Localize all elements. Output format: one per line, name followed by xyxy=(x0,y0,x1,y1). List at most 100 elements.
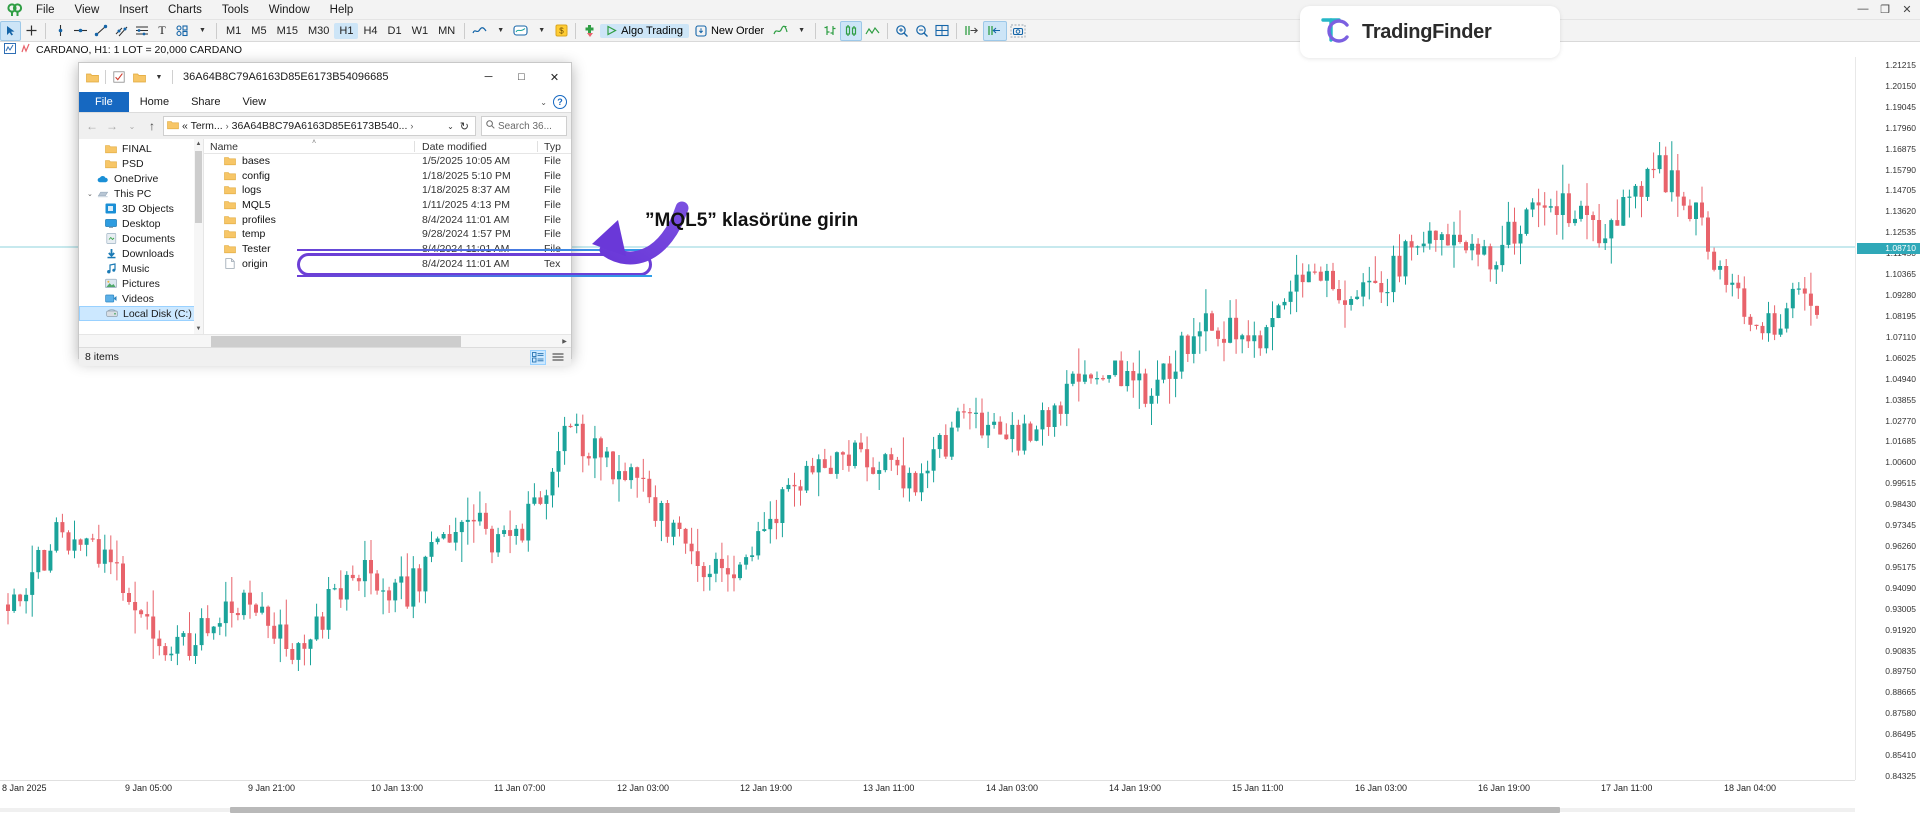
nav-item-this-pc[interactable]: ⌄ This PC xyxy=(79,186,203,201)
column-divider-2[interactable] xyxy=(537,141,538,152)
candlestick-icon[interactable] xyxy=(840,20,863,41)
nav-item-3d-objects[interactable]: 3D Objects xyxy=(79,201,203,216)
maximize-button[interactable]: ❐ xyxy=(1874,1,1896,17)
address-breadcrumb-box[interactable]: « Term... › 36A64B8C79A6163D85E6173B540.… xyxy=(163,116,476,136)
explorer-title-bar[interactable]: ▼ 36A64B8C79A6163D85E6173B54096685 ─ □ ✕ xyxy=(79,63,571,91)
column-header-type[interactable]: Typ xyxy=(544,141,561,153)
breadcrumb-separator-2[interactable]: › xyxy=(410,121,413,131)
menu-item-insert[interactable]: Insert xyxy=(109,2,158,18)
file-name-cell[interactable]: Tester xyxy=(224,243,271,255)
nav-item-desktop[interactable]: Desktop xyxy=(79,216,203,231)
file-explorer-window[interactable]: ▼ 36A64B8C79A6163D85E6173B54096685 ─ □ ✕… xyxy=(78,62,652,366)
timeframe-mn[interactable]: MN xyxy=(433,23,460,39)
file-name-cell[interactable]: origin xyxy=(224,258,268,270)
search-input[interactable]: Search 36... xyxy=(481,116,567,136)
channel-tool-button[interactable] xyxy=(111,21,132,41)
price-scale[interactable]: 1.21215 1.20150 1.19045 1.17960 1.16875 1.157… xyxy=(1855,57,1920,780)
details-view-button[interactable] xyxy=(530,349,546,365)
chevron-down-icon[interactable]: ⌄ xyxy=(87,190,93,198)
arrow-up-icon[interactable]: ↑ xyxy=(143,116,161,136)
dollar-indicator-icon[interactable]: $ xyxy=(551,21,571,41)
menu-item-view[interactable]: View xyxy=(65,2,110,18)
arrow-right-icon[interactable]: → xyxy=(103,116,121,136)
file-name-cell[interactable]: MQL5 xyxy=(224,199,271,211)
help-icon[interactable]: ? xyxy=(553,95,567,109)
file-row[interactable]: profiles 8/4/2024 11:01 AM File xyxy=(204,213,571,228)
scroll-up-icon[interactable]: ▲ xyxy=(194,139,203,149)
chevron-down-icon[interactable]: ⌄ xyxy=(447,122,454,131)
explorer-minimize-button[interactable]: ─ xyxy=(472,63,505,91)
nav-item-local-disk-c[interactable]: Local Disk (C:) xyxy=(79,306,203,321)
shift-right-icon[interactable] xyxy=(961,21,983,41)
nav-item-final[interactable]: FINAL xyxy=(79,141,203,156)
file-row[interactable]: bases 1/5/2025 10:05 AM File xyxy=(204,154,571,169)
hscroll-track[interactable] xyxy=(211,336,558,347)
file-name-cell[interactable]: profiles xyxy=(224,214,276,226)
chevron-down-icon[interactable]: ▼ xyxy=(152,70,166,84)
ribbon-tab-file[interactable]: File xyxy=(79,92,129,112)
zoom-out-icon[interactable] xyxy=(912,21,932,41)
file-list-pane[interactable]: Name ˄ Date modified Typ bases 1/5/2025 1… xyxy=(204,139,571,334)
nav-scroll-thumb[interactable] xyxy=(195,151,202,223)
ribbon-tab-home[interactable]: Home xyxy=(129,93,180,112)
navigation-pane[interactable]: FINAL PSD OneDrive ⌄ This PC 3D Objects Deskto… xyxy=(79,139,204,334)
ribbon-tab-view[interactable]: View xyxy=(231,93,277,112)
line-icon[interactable] xyxy=(862,21,883,41)
line-chart-dropdown-caret[interactable]: ▼ xyxy=(490,21,510,41)
nav-item-psd[interactable]: PSD xyxy=(79,156,203,171)
indicators-dropdown-caret[interactable]: ▼ xyxy=(791,21,811,41)
new-order-button[interactable]: New Order xyxy=(689,24,770,38)
nav-pane-scrollbar[interactable]: ▲ ▼ xyxy=(194,139,203,334)
explorer-close-button[interactable]: ✕ xyxy=(538,63,571,91)
file-row[interactable]: temp 9/28/2024 1:57 PM File xyxy=(204,227,571,242)
nav-item-downloads[interactable]: Downloads xyxy=(79,246,203,261)
breadcrumb-instance-id[interactable]: 36A64B8C79A6163D85E6173B540... xyxy=(232,120,408,132)
close-button[interactable]: ✕ xyxy=(1896,1,1918,17)
folder-icon[interactable] xyxy=(132,70,146,84)
file-row[interactable]: origin 8/4/2024 11:01 AM Tex xyxy=(204,257,571,272)
timeframe-m30[interactable]: M30 xyxy=(303,23,334,39)
column-divider-1[interactable] xyxy=(414,141,415,152)
chevron-down-icon[interactable]: ⌄ xyxy=(540,98,547,107)
file-name-cell[interactable]: temp xyxy=(224,228,265,240)
hscroll-thumb[interactable] xyxy=(211,336,461,347)
menu-item-tools[interactable]: Tools xyxy=(212,2,259,18)
timeframe-m15[interactable]: M15 xyxy=(272,23,303,39)
file-row[interactable]: MQL5 1/11/2025 4:13 PM File xyxy=(204,198,571,213)
column-header-name[interactable]: Name xyxy=(210,141,238,153)
shapes-dropdown-caret[interactable]: ▼ xyxy=(192,21,212,41)
timeframe-m5[interactable]: M5 xyxy=(246,23,271,39)
menu-item-window[interactable]: Window xyxy=(259,2,320,18)
template-dropdown-caret[interactable]: ▼ xyxy=(531,21,551,41)
timeframe-w1[interactable]: W1 xyxy=(407,23,434,39)
checkbox-icon[interactable] xyxy=(112,70,126,84)
timeframe-h1[interactable]: H1 xyxy=(334,22,359,39)
text-tool-button[interactable]: T xyxy=(152,21,172,41)
column-header-date[interactable]: Date modified xyxy=(422,141,487,153)
indicators-icon[interactable] xyxy=(770,21,791,41)
explorer-maximize-button[interactable]: □ xyxy=(505,63,538,91)
cursor-tool-button[interactable] xyxy=(0,20,21,41)
hscroll-right-icon[interactable]: ▶ xyxy=(558,335,571,348)
trendline-tool-button[interactable] xyxy=(91,21,111,41)
horizontal-line-tool-button[interactable] xyxy=(70,21,91,41)
objects-icon[interactable] xyxy=(580,21,600,41)
nav-item-documents[interactable]: Documents xyxy=(79,231,203,246)
menu-item-charts[interactable]: Charts xyxy=(158,2,212,18)
nav-item-music[interactable]: Music xyxy=(79,261,203,276)
screenshot-icon[interactable] xyxy=(1007,21,1029,41)
timeframe-h4[interactable]: H4 xyxy=(358,23,382,39)
large-icons-view-button[interactable] xyxy=(550,350,566,365)
ribbon-tab-share[interactable]: Share xyxy=(180,93,231,112)
file-name-cell[interactable]: config xyxy=(224,170,270,182)
scroll-down-icon[interactable]: ▼ xyxy=(194,324,203,334)
line-chart-icon[interactable] xyxy=(469,21,490,41)
navigator-thumb[interactable] xyxy=(230,807,1560,813)
minimize-button[interactable]: — xyxy=(1852,1,1874,17)
nav-item-videos[interactable]: Videos xyxy=(79,291,203,306)
autoscroll-icon[interactable] xyxy=(983,20,1008,41)
timeframe-d1[interactable]: D1 xyxy=(383,23,407,39)
menu-item-help[interactable]: Help xyxy=(320,2,364,18)
fibonacci-tool-button[interactable] xyxy=(132,21,152,41)
bar-chart-icon[interactable] xyxy=(820,21,840,41)
